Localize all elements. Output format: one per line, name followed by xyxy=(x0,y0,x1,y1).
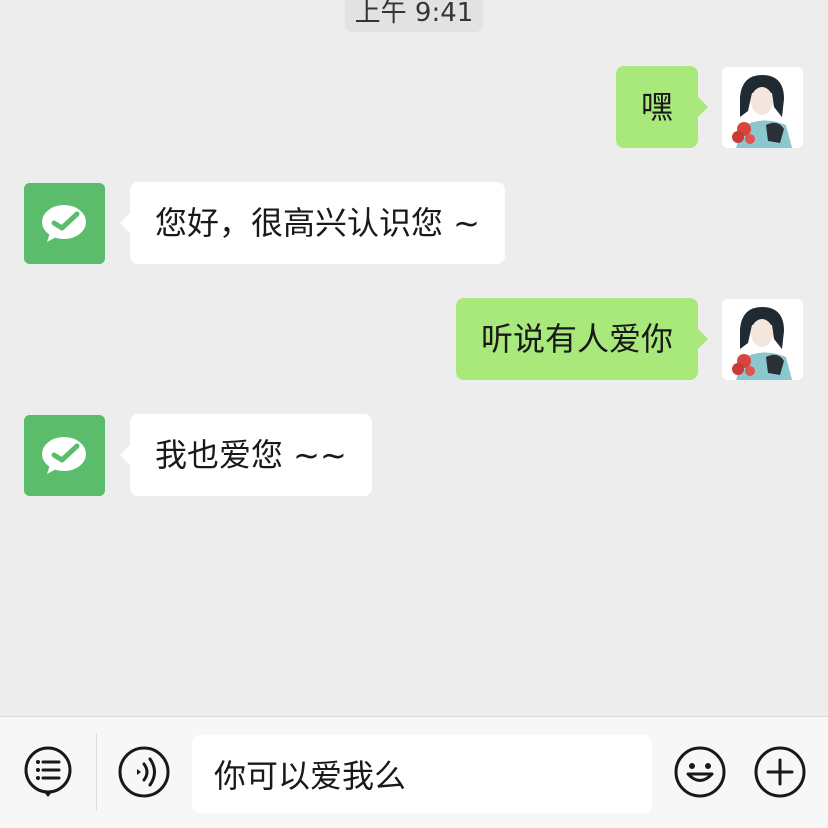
user-avatar[interactable] xyxy=(722,67,803,148)
voice-icon[interactable] xyxy=(117,745,171,799)
bot-avatar[interactable] xyxy=(24,415,105,496)
chat-screen: 上午 9:41 嘿 您好，很高兴认识您 ~ 听说有人爱你 我也爱您 ~~ 你可以… xyxy=(0,0,828,828)
plus-icon[interactable] xyxy=(753,745,807,799)
list-menu-icon[interactable] xyxy=(22,745,76,799)
emoji-icon[interactable] xyxy=(673,745,727,799)
message-bubble-bot[interactable]: 我也爱您 ~~ xyxy=(120,414,372,496)
message-bubble-bot[interactable]: 您好，很高兴认识您 ~ xyxy=(120,182,505,264)
message-input[interactable] xyxy=(192,735,652,813)
anime-avatar-icon xyxy=(722,67,803,148)
user-avatar[interactable] xyxy=(722,299,803,380)
anime-avatar-icon xyxy=(722,299,803,380)
divider xyxy=(96,733,97,811)
bot-avatar[interactable] xyxy=(24,183,105,264)
input-bar xyxy=(0,716,828,828)
wechat-logo-icon xyxy=(24,183,105,264)
timestamp: 上午 9:41 xyxy=(345,0,483,32)
wechat-logo-icon xyxy=(24,415,105,496)
message-bubble-user[interactable]: 听说有人爱你 xyxy=(455,298,709,380)
message-bubble-user[interactable]: 嘿 xyxy=(615,66,709,148)
